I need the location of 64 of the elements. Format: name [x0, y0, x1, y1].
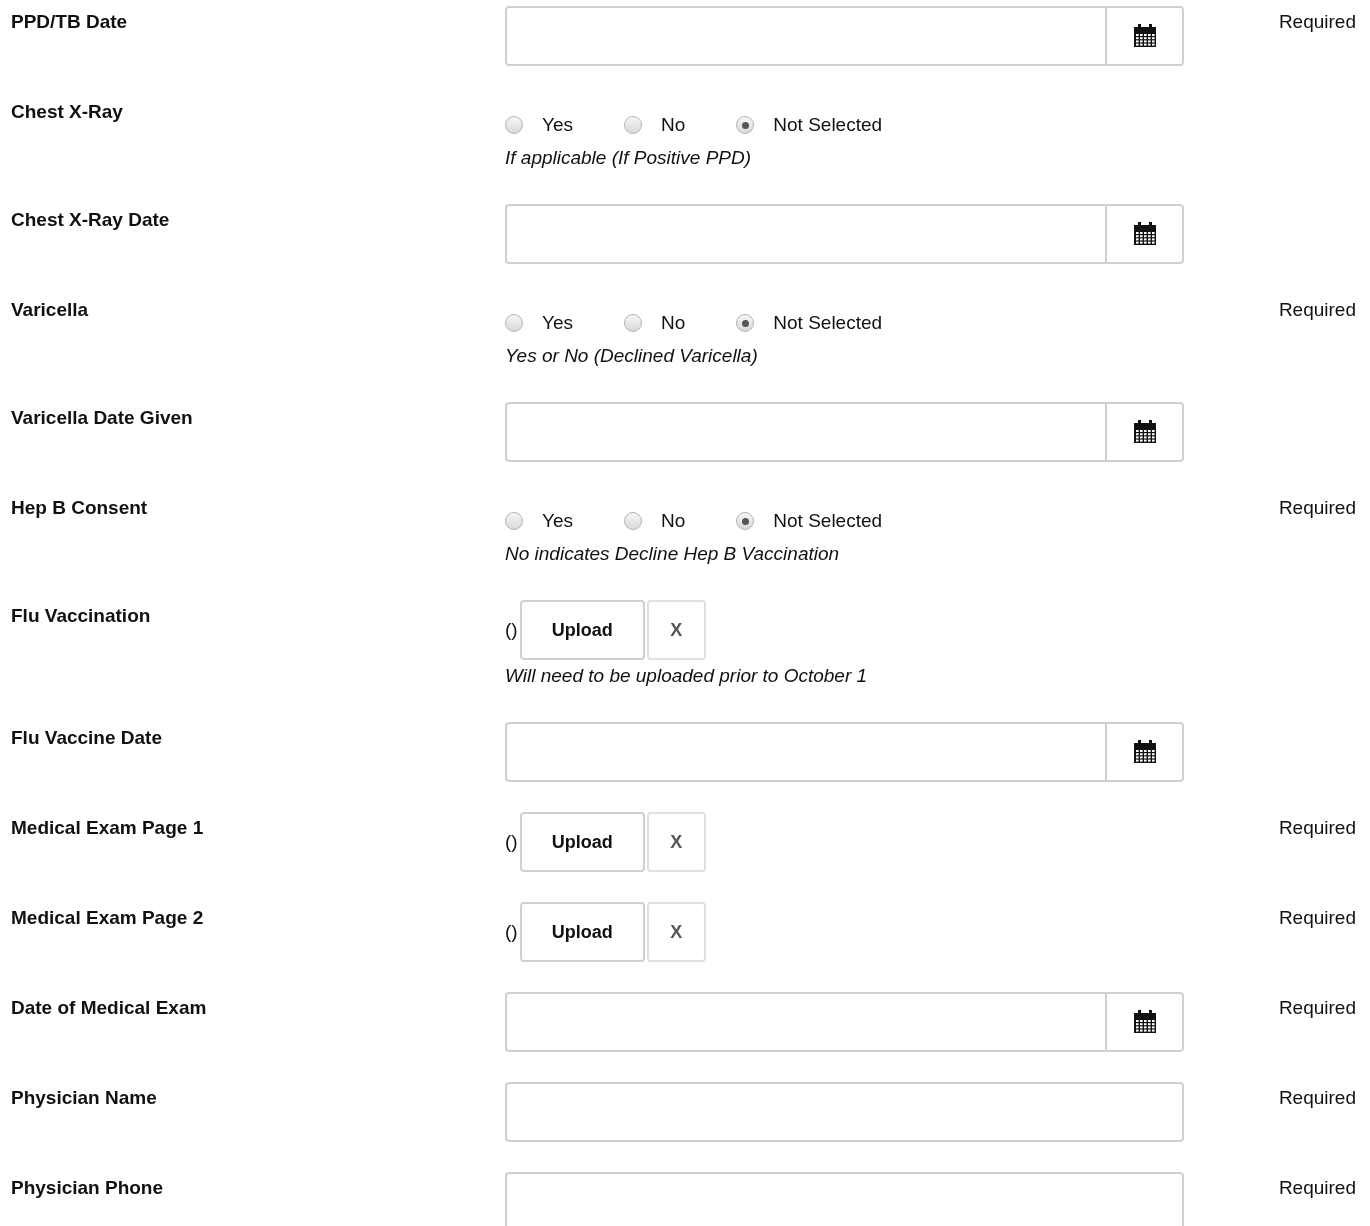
hint-text: Yes or No (Declined Varicella) [505, 344, 759, 368]
calendar-icon [1132, 1010, 1157, 1034]
field-label: PPD/TB Date [11, 10, 129, 34]
file-name-text: () [505, 829, 518, 854]
radio-button[interactable] [624, 116, 642, 134]
upload-button[interactable]: Upload [519, 812, 645, 872]
clear-button[interactable]: X [646, 812, 706, 872]
radio-label: Yes [542, 112, 573, 137]
text-field[interactable] [505, 1082, 1184, 1142]
field-label: Varicella Date Given [11, 406, 194, 430]
radio-label: No [661, 310, 686, 335]
field-label: Physician Phone [11, 1176, 165, 1200]
required-note: Required [1278, 996, 1356, 1020]
field-label: Chest X-Ray Date [11, 208, 171, 232]
field-label: Physician Name [11, 1086, 158, 1110]
radio-label: No [661, 508, 686, 533]
hint-text: Will need to be uploaded prior to October 1 [505, 664, 869, 688]
calendar-icon [1132, 222, 1157, 246]
field-label: Medical Exam Page 2 [11, 906, 205, 930]
date-field[interactable] [505, 402, 1184, 462]
radio-button[interactable] [505, 116, 523, 134]
radio-label: Not Selected [773, 310, 883, 335]
radio-button[interactable] [505, 512, 523, 530]
upload-button[interactable]: Upload [519, 600, 645, 660]
file-name-text: () [505, 919, 518, 944]
required-note: Required [1278, 496, 1356, 520]
hint-text: If applicable (If Positive PPD) [505, 146, 753, 170]
radio-button[interactable] [624, 314, 642, 332]
radio-button[interactable] [736, 314, 755, 332]
field-label: Flu Vaccination [11, 604, 152, 628]
clear-button[interactable]: X [646, 902, 706, 962]
required-note: Required [1278, 298, 1356, 322]
field-label: Hep B Consent [11, 496, 149, 520]
hint-text: No indicates Decline Hep B Vaccination [505, 542, 841, 566]
field-label: Medical Exam Page 1 [11, 816, 205, 840]
radio-label: Yes [542, 508, 573, 533]
clear-button[interactable]: X [646, 600, 706, 660]
text-field[interactable] [505, 1172, 1184, 1226]
field-label: Flu Vaccine Date [11, 726, 163, 750]
radio-label: Yes [542, 310, 573, 335]
date-field[interactable] [505, 722, 1184, 782]
required-note: Required [1278, 1176, 1356, 1200]
field-label: Chest X-Ray [11, 100, 124, 124]
calendar-icon [1132, 740, 1157, 764]
radio-label: Not Selected [773, 508, 883, 533]
field-label: Varicella [11, 298, 90, 322]
required-note: Required [1278, 1086, 1356, 1110]
date-field[interactable] [505, 204, 1184, 264]
required-note: Required [1278, 816, 1356, 840]
field-label: Date of Medical Exam [11, 996, 208, 1020]
radio-button[interactable] [624, 512, 642, 530]
required-note: Required [1278, 906, 1356, 930]
radio-label: No [661, 112, 686, 137]
date-field[interactable] [505, 992, 1184, 1052]
date-field[interactable] [505, 6, 1184, 66]
radio-label: Not Selected [773, 112, 883, 137]
radio-button[interactable] [736, 512, 755, 530]
calendar-icon [1132, 420, 1157, 444]
required-note: Required [1278, 10, 1356, 34]
calendar-icon [1132, 24, 1157, 48]
upload-button[interactable]: Upload [519, 902, 645, 962]
file-name-text: () [505, 617, 518, 642]
radio-button[interactable] [736, 116, 755, 134]
radio-button[interactable] [505, 314, 523, 332]
